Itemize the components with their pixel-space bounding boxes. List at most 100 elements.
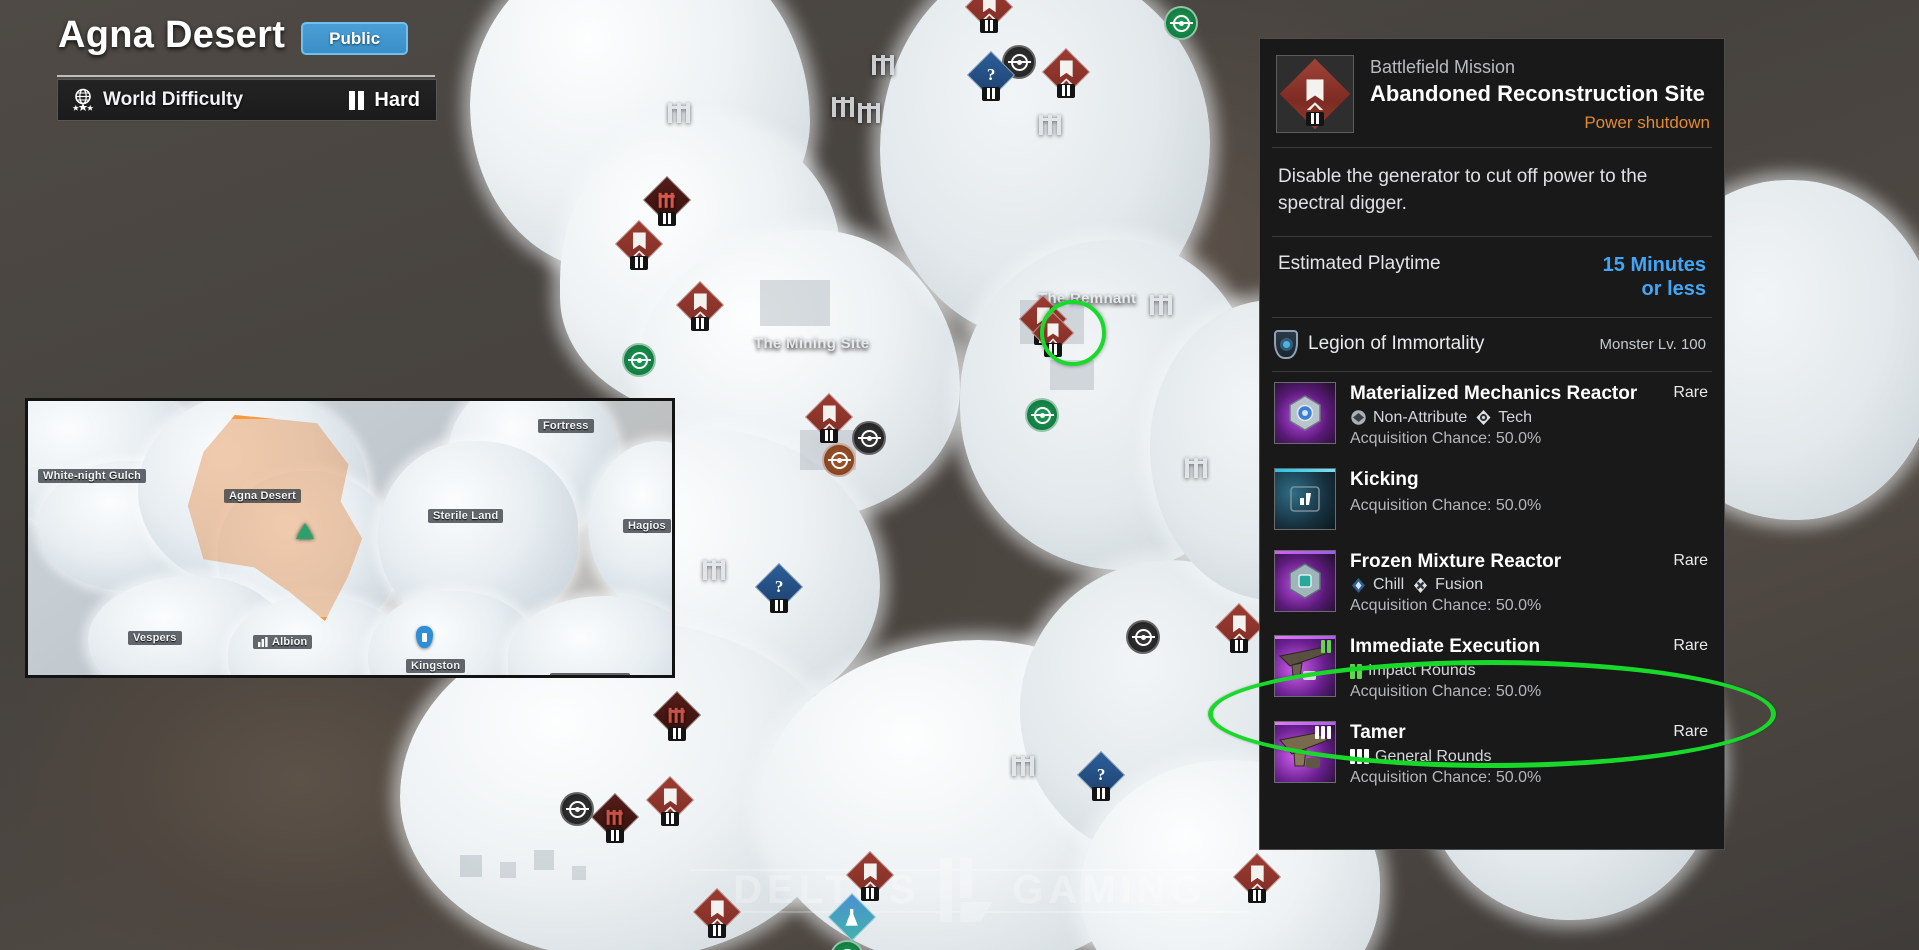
map-marker-unknown[interactable]: ? (966, 50, 1016, 101)
playtime-line-1: 15 Minutes (1602, 253, 1706, 276)
map-marker-mission[interactable] (964, 0, 1014, 33)
tier-badge (861, 887, 879, 901)
minimap-label: Sterile Land (428, 509, 504, 523)
reticle-icon (1134, 628, 1152, 646)
playtime-line-2: or less (1641, 277, 1706, 300)
map-marker-mission[interactable] (1232, 852, 1282, 903)
reward-item[interactable]: Kicking Acquisition Chance: 50.0% (1260, 458, 1724, 540)
reticle-icon (1172, 14, 1190, 32)
ruin-icon (668, 103, 690, 123)
map-marker-poi[interactable] (852, 421, 886, 455)
map-marker-mission-locked[interactable] (590, 792, 640, 843)
reward-chance: Acquisition Chance: 50.0% (1350, 429, 1542, 447)
tier-badge (1092, 787, 1110, 801)
reactor-icon (1289, 562, 1321, 599)
tier-badge (1306, 112, 1324, 126)
ruin-icon (703, 560, 725, 580)
map-marker-resource[interactable] (1025, 398, 1059, 432)
reward-item-highlighted[interactable]: Immediate Execution Impact Rounds Acquis… (1260, 625, 1724, 711)
estimated-playtime-row: Estimated Playtime 15 Minutes or less (1260, 237, 1724, 317)
tier-badge (820, 429, 838, 443)
reward-thumbnail (1274, 381, 1336, 444)
map-marker-mission-locked[interactable] (642, 175, 692, 226)
impact-rounds-glyph (1321, 640, 1331, 654)
map-marker-mission-locked[interactable] (652, 690, 702, 741)
map-marker-mission[interactable] (645, 775, 695, 826)
reward-name: Kicking (1350, 468, 1419, 490)
minimap-label: Kingston (406, 659, 466, 673)
map-marker-poi[interactable] (560, 792, 594, 826)
map-marker-resource[interactable] (622, 343, 656, 377)
tier-badge (980, 19, 998, 33)
mission-subtitle: Power shutdown (1584, 112, 1710, 132)
map-marker-mission[interactable] (1214, 602, 1264, 653)
minimap-label: Echo Swamp (550, 673, 631, 675)
ruin-icon (1012, 756, 1034, 776)
reward-chance: Acquisition Chance: 50.0% (1350, 768, 1542, 786)
tier-badge (1230, 639, 1248, 653)
question-icon: ? (1096, 765, 1106, 784)
question-icon: ? (774, 577, 784, 596)
map-marker-ruin (832, 97, 854, 117)
map-marker-resource-special[interactable] (827, 892, 877, 942)
mission-detail-panel: Battlefield Mission Abandoned Reconstruc… (1259, 38, 1725, 850)
reward-item[interactable]: Materialized Mechanics Reactor Non-Attri… (1260, 372, 1724, 458)
reward-item[interactable]: Tamer General Rounds Acquisition Chance:… (1260, 711, 1724, 797)
reward-tag-label: Non-Attribute (1373, 408, 1468, 426)
map-marker-mission[interactable] (692, 887, 742, 938)
tier-badge (630, 256, 648, 270)
fusion-icon (1414, 577, 1428, 593)
reward-rarity: Rare (1673, 383, 1708, 401)
map-marker-mission[interactable] (845, 850, 895, 901)
reward-name: Frozen Mixture Reactor (1350, 550, 1562, 572)
tier-badge (1248, 889, 1266, 903)
estimated-playtime-value: 15 Minutes or less (1603, 253, 1706, 301)
tier-badge (1057, 84, 1075, 98)
reward-rarity: Rare (1673, 551, 1708, 569)
map-area-label: The Mining Site (754, 335, 870, 352)
reticle-icon (1033, 406, 1051, 424)
general-rounds-glyph (1315, 726, 1331, 740)
mission-header: Battlefield Mission Abandoned Reconstruc… (1260, 39, 1724, 147)
tier-badge (661, 812, 679, 826)
world-difficulty-bar[interactable]: World Difficulty Hard (57, 79, 437, 121)
map-marker-unknown[interactable]: ? (1076, 750, 1126, 801)
reward-tag: Fusion (1412, 576, 1483, 594)
world-difficulty-label: World Difficulty (103, 89, 244, 110)
map-marker-outpost[interactable] (822, 443, 856, 477)
visibility-badge[interactable]: Public (301, 21, 409, 56)
ruin-icon (1039, 115, 1061, 135)
reward-name: Tamer (1350, 722, 1406, 744)
divider (57, 75, 435, 77)
minimap-label: Vespers (128, 631, 182, 645)
non-attribute-icon (1351, 410, 1366, 425)
module-icon (1290, 485, 1320, 512)
monster-level: Monster Lv. 100 (1599, 335, 1706, 353)
reward-item[interactable]: Frozen Mixture Reactor Chill Fusion Acqu… (1260, 540, 1724, 626)
reward-thumbnail (1274, 721, 1336, 784)
map-marker-unknown[interactable]: ? (754, 562, 804, 613)
map-marker-mission[interactable] (1041, 47, 1091, 98)
map-marker-ruin (858, 103, 880, 123)
map-marker-poi[interactable] (1126, 620, 1160, 654)
tier-badge (982, 87, 1000, 101)
map-marker-mission[interactable] (675, 280, 725, 331)
impact-rounds-icon (1350, 663, 1362, 679)
map-marker-resource[interactable] (830, 940, 864, 950)
region-minimap[interactable]: White-night Gulch Fortress Agna Desert S… (25, 398, 675, 678)
map-marker-mission[interactable] (804, 392, 854, 443)
tier-badge (691, 317, 709, 331)
map-marker-ruin (703, 560, 725, 580)
general-rounds-icon (1350, 749, 1369, 765)
map-marker-mission[interactable] (614, 219, 664, 270)
reward-tag: Chill (1350, 576, 1404, 594)
reward-rarity: Rare (1673, 637, 1708, 655)
reward-chance: Acquisition Chance: 50.0% (1350, 683, 1542, 701)
reward-chance: Acquisition Chance: 50.0% (1350, 597, 1542, 615)
map-marker-ruin (1039, 115, 1061, 135)
chill-icon (1352, 577, 1365, 593)
ruin-icon (1150, 295, 1172, 315)
mission-description: Disable the generator to cut off power t… (1278, 166, 1648, 214)
difficulty-pips (349, 90, 365, 110)
map-marker-resource[interactable] (1164, 6, 1198, 40)
